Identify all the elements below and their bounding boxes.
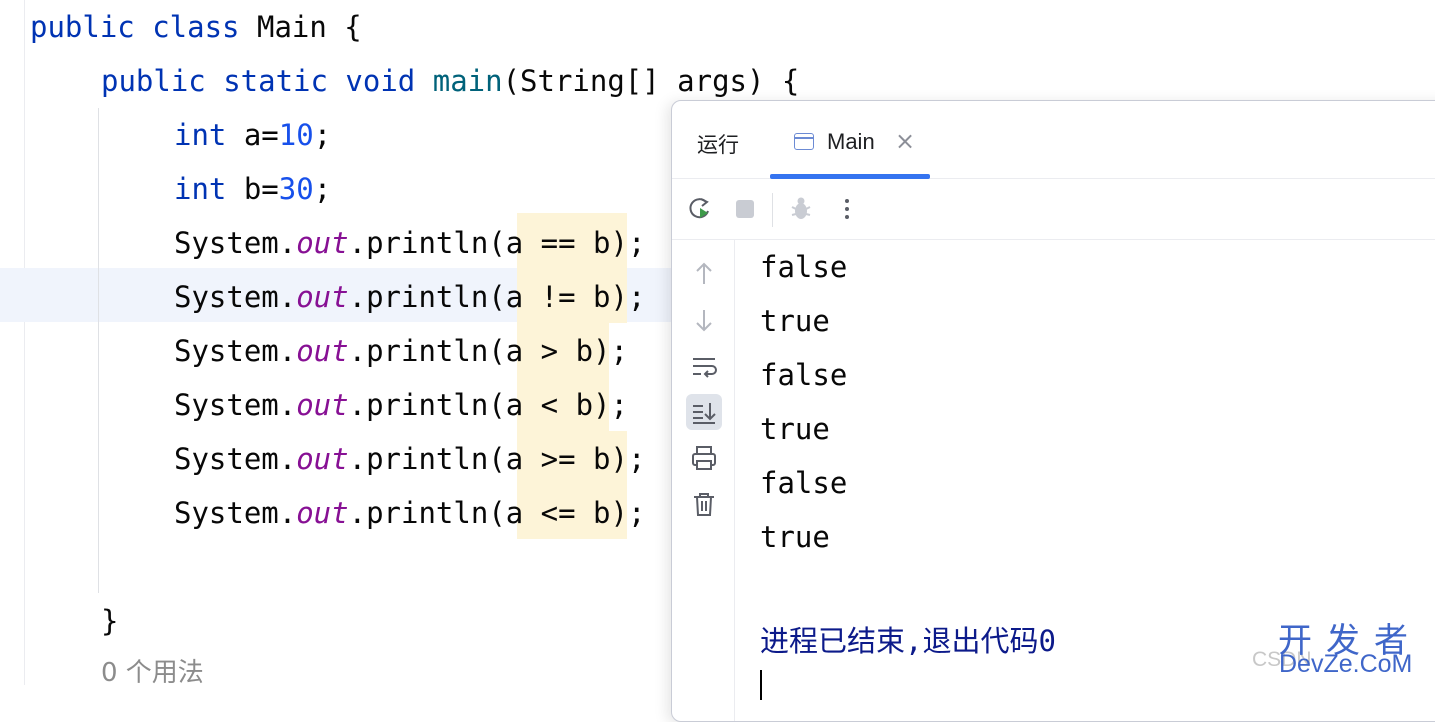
trash-icon[interactable] xyxy=(686,486,722,522)
code-line[interactable]: System.out.println(a > b); xyxy=(174,324,628,378)
code-token: out xyxy=(296,388,349,422)
print-icon[interactable] xyxy=(686,440,722,476)
code-line[interactable]: } xyxy=(101,594,118,648)
console-output-line: true xyxy=(760,520,830,554)
code-token: out xyxy=(296,334,349,368)
stop-icon[interactable] xyxy=(729,193,761,225)
code-token: out xyxy=(296,226,349,260)
code-line[interactable]: System.out.println(a < b); xyxy=(174,378,628,432)
code-token: a= xyxy=(243,118,279,152)
code-token: int xyxy=(174,118,244,152)
run-toolbar xyxy=(672,179,1435,240)
tab-run[interactable]: 运行 xyxy=(697,129,739,159)
soft-wrap-icon[interactable] xyxy=(686,348,722,384)
code-token: main xyxy=(432,64,503,98)
app-window-icon xyxy=(794,133,814,150)
code-token: int xyxy=(174,172,244,206)
site-watermark-en: DevZe.CoM xyxy=(1279,650,1413,678)
code-line[interactable]: int a=10; xyxy=(174,108,331,162)
process-exit-message: 进程已结束,退出代码0 xyxy=(760,624,1056,658)
run-tab-bar: 运行 Main × xyxy=(672,101,1435,179)
gutter-divider xyxy=(24,0,25,685)
usage-hint[interactable]: 0 个用法 xyxy=(101,652,204,689)
down-arrow-icon[interactable] xyxy=(686,302,722,338)
console-output-line: false xyxy=(760,250,848,284)
code-token: b= xyxy=(243,172,279,206)
up-arrow-icon[interactable] xyxy=(686,256,722,292)
console-output-line: false xyxy=(760,358,848,392)
code-token: public static void xyxy=(101,64,433,98)
tab-main-label: Main xyxy=(827,129,875,154)
code-token: out xyxy=(296,280,349,314)
code-token: System. xyxy=(174,334,297,368)
code-token: ; xyxy=(313,118,332,152)
code-token: .println(a == b); xyxy=(348,226,646,260)
code-token: System. xyxy=(174,280,297,314)
code-token: .println(a <= b); xyxy=(348,496,646,530)
indent-guide xyxy=(98,108,99,593)
console-output-line: true xyxy=(760,412,830,446)
code-line[interactable]: int b=30; xyxy=(174,162,331,216)
debug-icon[interactable] xyxy=(786,193,818,225)
toolbar-separator xyxy=(772,193,773,227)
console-output-line: false xyxy=(760,466,848,500)
code-line[interactable]: System.out.println(a != b); xyxy=(174,270,645,324)
code-token: 30 xyxy=(278,172,314,206)
code-token: out xyxy=(296,442,349,476)
code-token: .println(a < b); xyxy=(348,388,628,422)
code-token: .println(a != b); xyxy=(348,280,646,314)
console-sidebar xyxy=(672,240,735,721)
code-token: .println(a >= b); xyxy=(348,442,646,476)
code-token: System. xyxy=(174,226,297,260)
close-icon[interactable]: × xyxy=(895,127,915,155)
code-token: Main { xyxy=(256,10,362,44)
code-token: System. xyxy=(174,496,297,530)
code-token: ; xyxy=(313,172,332,206)
code-token: System. xyxy=(174,388,297,422)
tab-main[interactable]: Main × xyxy=(770,123,930,179)
code-line[interactable]: System.out.println(a <= b); xyxy=(174,486,645,540)
text-cursor xyxy=(760,670,762,700)
code-token: 10 xyxy=(278,118,314,152)
code-line[interactable]: System.out.println(a >= b); xyxy=(174,432,645,486)
console-output-line: true xyxy=(760,304,830,338)
code-token: public class xyxy=(30,10,257,44)
code-token: } xyxy=(101,604,119,638)
code-token: out xyxy=(296,496,349,530)
rerun-icon[interactable] xyxy=(684,193,716,225)
code-line[interactable]: public class Main { xyxy=(30,0,362,54)
code-line[interactable]: System.out.println(a == b); xyxy=(174,216,645,270)
more-icon[interactable] xyxy=(831,193,863,225)
code-token: System. xyxy=(174,442,297,476)
code-token: (String[] args) { xyxy=(502,64,800,98)
scroll-to-end-icon[interactable] xyxy=(686,394,722,430)
code-token: .println(a > b); xyxy=(348,334,628,368)
